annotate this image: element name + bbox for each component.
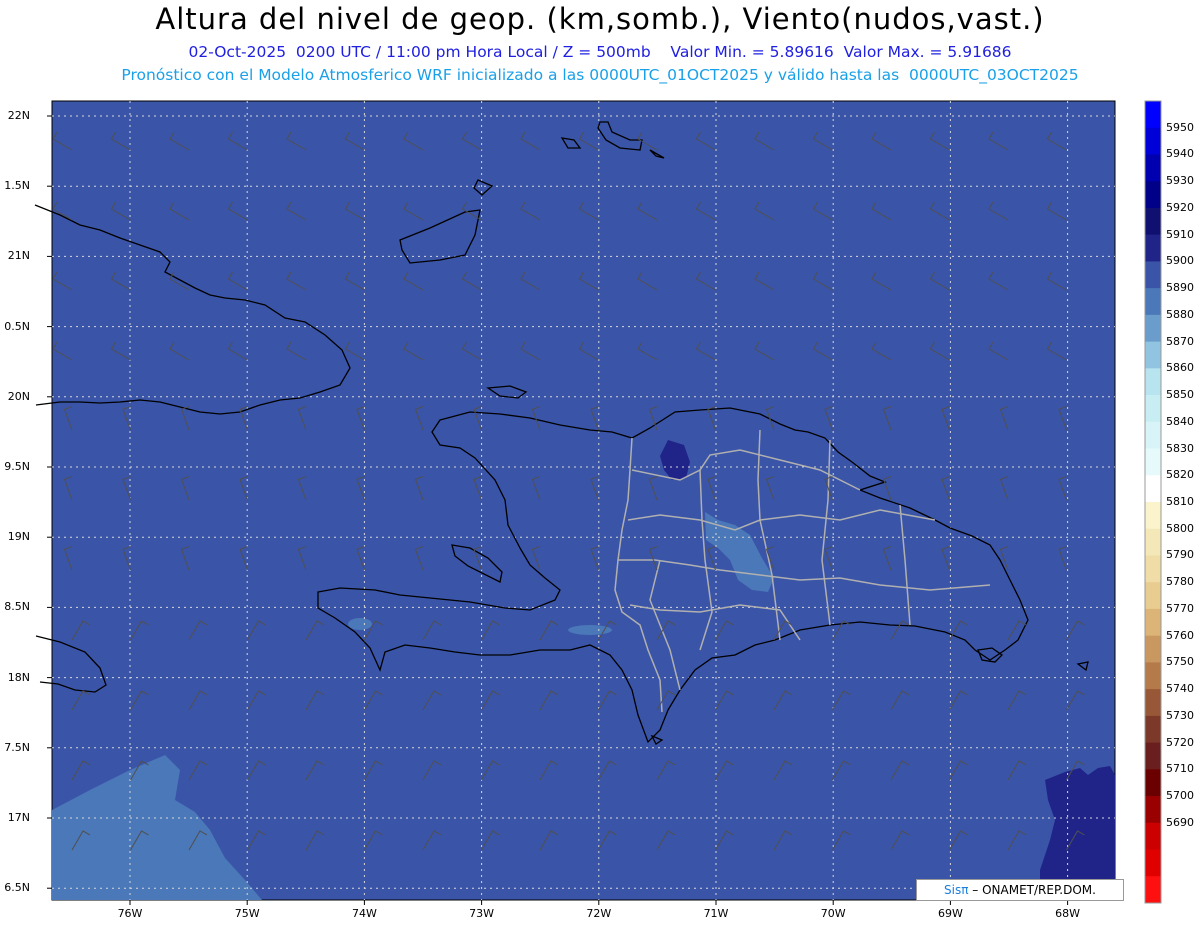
colorbar-swatch xyxy=(1145,475,1161,503)
colorbar-swatch xyxy=(1145,261,1161,289)
colorbar-level-label: 5760 xyxy=(1166,628,1194,642)
lon-label: 76W xyxy=(117,907,143,920)
colorbar-level-label: 5830 xyxy=(1166,441,1194,455)
colorbar-swatch xyxy=(1145,849,1161,877)
colorbar-level-label: 5850 xyxy=(1166,388,1194,402)
credit-sis: Sisπ xyxy=(944,883,969,897)
colorbar-level-label: 5910 xyxy=(1166,227,1194,241)
colorbar-level-label: 5690 xyxy=(1166,815,1194,829)
colorbar-swatch xyxy=(1145,822,1161,851)
credit-box: Sisπ – ONAMET/REP.DOM. xyxy=(916,879,1124,901)
colorbar-level-label: 5710 xyxy=(1166,762,1194,776)
colorbar-swatch xyxy=(1145,502,1161,530)
lat-label: 17N xyxy=(7,811,30,824)
colorbar-swatch xyxy=(1145,341,1161,369)
colorbar-swatch xyxy=(1145,314,1161,343)
field-5890-patch-1 xyxy=(348,618,372,630)
lat-label: 22N xyxy=(7,109,30,122)
colorbar-level-label: 5920 xyxy=(1166,200,1194,214)
lat-label: 7.5N xyxy=(4,740,30,754)
field-5890-patch-2 xyxy=(568,625,612,635)
colorbar-level-label: 5870 xyxy=(1166,334,1194,348)
lat-label: 18N xyxy=(7,670,30,684)
lon-label: 74W xyxy=(351,907,377,920)
lon-label: 71W xyxy=(703,907,729,920)
lat-label: 8.5N xyxy=(4,600,30,614)
colorbar-level-label: 5780 xyxy=(1166,575,1194,589)
lon-label: 72W xyxy=(586,907,612,920)
colorbar-swatch xyxy=(1145,154,1161,182)
lat-label: 9.5N xyxy=(4,460,30,473)
colorbar-swatch xyxy=(1145,127,1161,155)
colorbar-level-label: 5820 xyxy=(1166,468,1194,482)
colorbar xyxy=(1144,100,1162,904)
colorbar-swatch xyxy=(1145,448,1161,476)
colorbar-swatch xyxy=(1145,662,1161,690)
weather-map xyxy=(34,100,1162,905)
colorbar-level-label: 5700 xyxy=(1166,789,1194,803)
colorbar-swatch xyxy=(1145,635,1161,663)
colorbar-swatch xyxy=(1145,395,1161,423)
lat-label: 19N xyxy=(7,530,30,544)
colorbar-swatch xyxy=(1145,689,1161,717)
colorbar-level-label: 5840 xyxy=(1166,414,1194,428)
colorbar-level-label: 5720 xyxy=(1166,735,1194,749)
lat-label: 6.5N xyxy=(4,881,30,895)
colorbar-swatch xyxy=(1145,288,1161,316)
lon-label: 69W xyxy=(937,907,963,920)
lat-label: 20N xyxy=(7,389,30,403)
colorbar-swatch xyxy=(1145,582,1161,610)
colorbar-level-label: 5800 xyxy=(1166,521,1194,535)
lat-label: 1.5N xyxy=(4,179,30,193)
colorbar-swatch xyxy=(1145,234,1161,262)
colorbar-level-label: 5900 xyxy=(1166,254,1194,268)
colorbar-swatch xyxy=(1145,421,1161,450)
colorbar-level-label: 5750 xyxy=(1166,655,1194,669)
lon-label: 73W xyxy=(469,907,495,920)
lon-label: 70W xyxy=(820,907,846,920)
colorbar-swatch xyxy=(1145,608,1161,637)
colorbar-level-label: 5790 xyxy=(1166,548,1194,562)
map-frame xyxy=(51,100,1116,901)
colorbar-swatch xyxy=(1145,796,1161,824)
colorbar-swatch xyxy=(1145,207,1161,236)
colorbar-swatch xyxy=(1145,181,1161,209)
colorbar-level-label: 5740 xyxy=(1166,682,1194,696)
lat-label: 0.5N xyxy=(4,319,30,333)
colorbar-swatch xyxy=(1145,101,1161,129)
credit-org: – ONAMET/REP.DOM. xyxy=(968,883,1096,897)
colorbar-swatch xyxy=(1145,715,1161,744)
colorbar-swatch xyxy=(1145,742,1161,770)
colorbar-level-label: 5730 xyxy=(1166,708,1194,722)
colorbar-level-label: 5940 xyxy=(1166,147,1194,161)
lon-label: 75W xyxy=(234,907,260,920)
colorbar-swatch xyxy=(1145,368,1161,396)
lon-label: 68W xyxy=(1055,907,1081,920)
colorbar-swatch xyxy=(1145,876,1161,904)
colorbar-swatch xyxy=(1145,769,1161,797)
colorbar-level-label: 5950 xyxy=(1166,120,1194,134)
colorbar-level-label: 5860 xyxy=(1166,361,1194,375)
colorbar-level-label: 5890 xyxy=(1166,281,1194,295)
colorbar-swatch xyxy=(1145,555,1161,583)
colorbar-swatch xyxy=(1145,528,1161,556)
colorbar-level-label: 5810 xyxy=(1166,495,1194,508)
colorbar-level-label: 5930 xyxy=(1166,174,1194,188)
colorbar-level-label: 5880 xyxy=(1166,307,1194,321)
lat-label: 21N xyxy=(7,249,30,263)
colorbar-level-label: 5770 xyxy=(1166,601,1194,615)
